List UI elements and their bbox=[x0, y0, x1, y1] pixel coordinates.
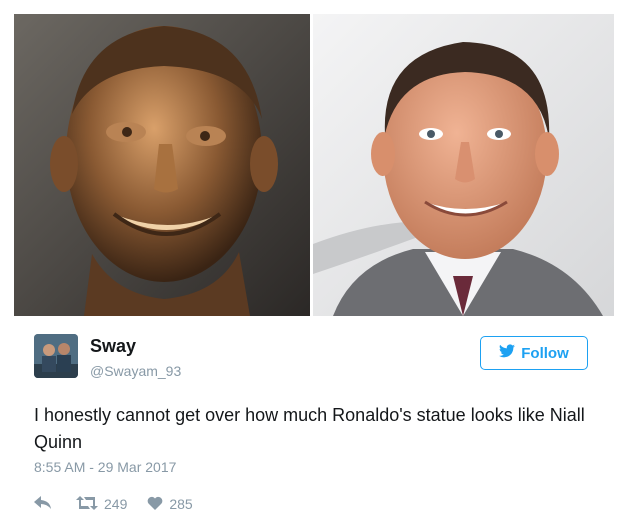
statue-photo[interactable] bbox=[14, 14, 310, 316]
tweet-actions: 249 285 bbox=[34, 494, 193, 514]
reply-icon bbox=[34, 495, 52, 513]
user-handle[interactable]: @Swayam_93 bbox=[90, 363, 181, 379]
tweet-card: Sway @Swayam_93 Follow I honestly cannot… bbox=[20, 316, 610, 515]
retweet-count: 249 bbox=[104, 496, 128, 512]
tweet-timestamp[interactable]: 8:55 AM - 29 Mar 2017 bbox=[34, 459, 176, 475]
like-count: 285 bbox=[169, 496, 193, 512]
heart-icon bbox=[147, 496, 163, 513]
retweet-icon bbox=[76, 495, 98, 513]
tweet-media bbox=[14, 14, 614, 316]
display-name[interactable]: Sway bbox=[90, 336, 136, 357]
like-button[interactable]: 285 bbox=[147, 496, 193, 513]
follow-button[interactable]: Follow bbox=[480, 336, 588, 370]
retweet-button[interactable]: 249 bbox=[76, 495, 128, 513]
reply-button[interactable] bbox=[34, 495, 52, 513]
tweet-text: I honestly cannot get over how much Rona… bbox=[34, 405, 585, 452]
follow-label: Follow bbox=[521, 344, 569, 362]
man-photo[interactable] bbox=[313, 14, 614, 316]
avatar[interactable] bbox=[34, 334, 78, 378]
twitter-bird-icon bbox=[499, 344, 516, 362]
